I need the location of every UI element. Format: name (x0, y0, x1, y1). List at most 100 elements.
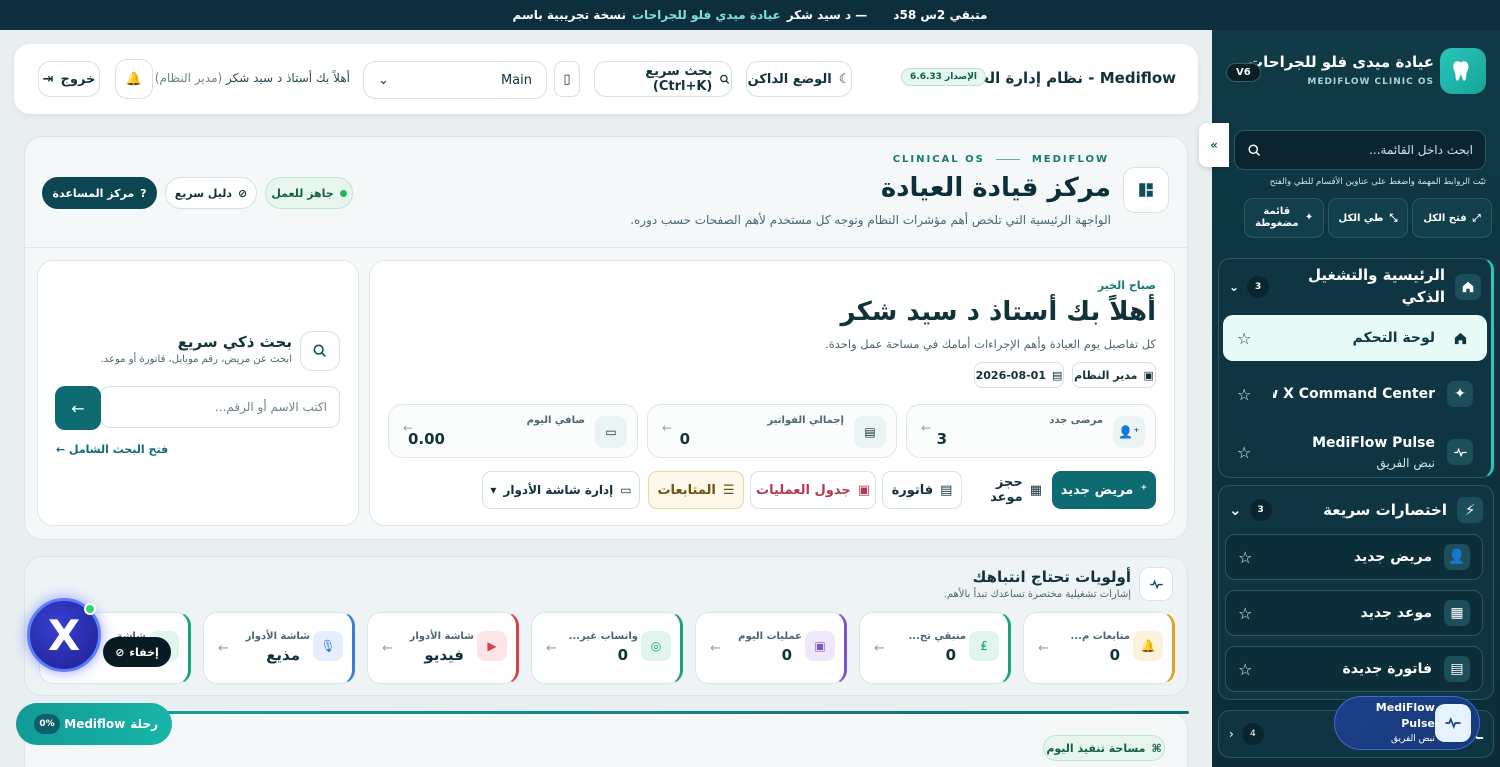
shortcut-new-invoice[interactable]: ▤ فاتورة جديدة ☆ (1225, 646, 1483, 692)
queue-screen-select[interactable]: ▭ إدارة شاشة الأدوار ▾ (482, 471, 640, 509)
welcome-name: أهلاً بك أستاذ د سيد شكر (226, 71, 350, 85)
calendar-icon: ▤ (1051, 368, 1063, 382)
logout-button[interactable]: خروج ⇥ (38, 61, 100, 97)
dark-mode-button[interactable]: ☾ الوضع الداكن (746, 61, 852, 97)
caret-down-icon: ▾ (490, 483, 497, 497)
invoice-icon: ▤ (1444, 656, 1470, 682)
banner-clinic: عيادة ميدي فلو للجراحات (631, 8, 781, 22)
surgeries-label: جدول العمليات (756, 482, 851, 498)
banner-prefix: نسخة تجريبية باسم (512, 8, 626, 22)
stat-new-patients[interactable]: ⁺👤 مرضى جدد 3 ← (906, 404, 1156, 458)
invoice-button[interactable]: ▤ فاتورة (882, 471, 962, 509)
surgeries-button[interactable]: ▣ جدول العمليات (750, 471, 876, 509)
bell-icon: 🔔 (1133, 631, 1163, 661)
branch-select[interactable]: Main ⌄ (363, 61, 547, 99)
priority-card[interactable]: ◎ واتساب غير... 0 ← (531, 612, 683, 684)
followups-button[interactable]: ☰ المتابعات (648, 471, 744, 509)
stat-label: إجمالي الفواتير (767, 415, 844, 426)
star-icon[interactable]: ☆ (1237, 385, 1251, 404)
shortcut-new-appointment[interactable]: ▦ موعد جديد ☆ (1225, 590, 1483, 636)
pulse-icon (1434, 704, 1471, 742)
star-icon[interactable]: ☆ (1238, 548, 1252, 567)
sidebar-item-label: لوحة التحكم (1352, 330, 1435, 346)
nav-group-shortcuts-title: اختصارات سريعة (1323, 501, 1447, 519)
priority-label: شاشة الأدوار (245, 631, 310, 642)
priority-card[interactable]: ₤ متبقي تح... 0 ← (859, 612, 1011, 684)
progress-accent (25, 711, 1189, 714)
star-icon[interactable]: ☆ (1238, 604, 1252, 623)
journey-button[interactable]: رحلة Mediflow 0% (16, 703, 172, 745)
arrow-left-icon: ← (218, 641, 229, 656)
priority-value: مذيع (266, 646, 300, 664)
journey-label: رحلة (130, 717, 158, 731)
home-icon (1447, 325, 1473, 351)
sidebar-hint: ثبّت الروابط المهمة واضغط على عناوين الأ… (1269, 177, 1486, 187)
top-header: Mediflow - نظام إدارة العيادة الإصدار 6.… (14, 44, 1198, 114)
pulse-floating-button[interactable]: MediFlow Pulse نبض الفريق (1334, 696, 1480, 750)
book-appointment-button[interactable]: ▦ حجز موعد (962, 471, 1042, 509)
sidebar-search-input[interactable]: ابحث داخل القائمة... (1234, 130, 1486, 170)
version-badge: الإصدار 6.6.33 (901, 68, 986, 86)
priority-value: فيديو (424, 646, 464, 664)
star-icon[interactable]: ☆ (1237, 329, 1251, 348)
priority-card[interactable]: 🔔 متابعات م... 0 ← (1023, 612, 1175, 684)
welcome-text: أهلاً بك أستاذ د سيد شكر (مدير النظام) (155, 71, 350, 85)
badge-icon: ▣ (1143, 368, 1154, 382)
sidebar-item-sub: نبض الفريق (1376, 455, 1435, 470)
youtube-icon: ▶ (477, 631, 507, 661)
new-patient-button[interactable]: ⁺ مريض جديد (1052, 471, 1156, 509)
stat-total-invoices[interactable]: ▤ إجمالي الفواتير 0 ← (647, 404, 897, 458)
star-icon[interactable]: ☆ (1238, 660, 1252, 679)
moon-icon: ☾ (838, 71, 851, 87)
nav-group-shortcuts-header[interactable]: ⚡ اختصارات سريعة 3 ⌄ (1219, 486, 1493, 534)
stat-value: 3 (936, 430, 947, 448)
help-center-button[interactable]: ? مركز المساعدة (42, 177, 157, 209)
user-plus-icon: 👤 (1444, 544, 1470, 570)
full-search-link[interactable]: فتح البحث الشامل ← (56, 443, 168, 456)
invoice-label: فاتورة (891, 482, 934, 498)
date-chip-label: 2026-08-01 (975, 368, 1046, 382)
stat-value: 0 (679, 430, 690, 448)
shortcut-new-patient[interactable]: 👤 مريض جديد ☆ (1225, 534, 1483, 580)
mediflow-x-assistant-button[interactable]: X (27, 598, 101, 672)
arrow-left-icon: ← (403, 421, 414, 435)
priorities-panel: أولويات تحتاج انتباهك إشارات تشغيلية مخت… (24, 556, 1188, 696)
sidebar-item-dashboard[interactable]: لوحة التحكم ☆ (1223, 315, 1487, 361)
home-icon (1455, 274, 1481, 300)
calendar-icon: ▣ (857, 482, 871, 498)
command-center-panel: CLINICAL OS MEDIFLOW مركز قيادة العيادة … (24, 136, 1189, 540)
greeting-card: صباح الخير أهلاً بك أستاذ د سيد شكر كل ت… (369, 260, 1175, 526)
arrow-left-icon: ← (874, 641, 885, 656)
priority-value: 0 (945, 646, 956, 664)
nav-group-main-header[interactable]: الرئيسية والتشغيل الذكي 3 ⌄ (1219, 259, 1491, 315)
hide-assistant-button[interactable]: إخفاء ⊘ (103, 637, 171, 667)
journey-brand: Mediflow (64, 717, 126, 731)
smart-search-input[interactable]: اكتب الاسم أو الرقم... (100, 386, 340, 428)
quick-guide-button[interactable]: ⊘ دليل سريع (165, 177, 257, 209)
smart-search-submit-button[interactable]: ← (55, 386, 101, 430)
stat-net-today[interactable]: ▭ صافي اليوم 0.00 ← (388, 404, 638, 458)
compact-menu-label: قائمة مضغوطة (1255, 206, 1299, 229)
priority-card[interactable]: ▶ شاشة الأدوار فيديو ← (367, 612, 519, 684)
nav-group-shortcuts: ⚡ اختصارات سريعة 3 ⌄ 👤 مريض جديد ☆ ▦ موعد … (1218, 485, 1494, 700)
ready-label: جاهز للعمل (271, 186, 334, 200)
chevron-down-icon: ⌄ (1229, 501, 1242, 519)
eye-off-icon: ⊘ (115, 645, 125, 659)
search-icon (1248, 143, 1261, 156)
quick-guide-label: دليل سريع (174, 186, 232, 200)
notifications-button[interactable]: 🔔 (115, 59, 153, 99)
sidebar-item-pulse[interactable]: MediFlow Pulse نبض الفريق ☆ (1223, 427, 1487, 477)
branch-value: Main (500, 72, 532, 88)
pulse-fab-sub: نبض الفريق (1390, 733, 1435, 744)
priority-card[interactable]: ▣ عمليات اليوم 0 ← (695, 612, 847, 684)
quick-search-button[interactable]: بحث سريع (Ctrl+K) (594, 61, 732, 97)
sidebar-item-command-center[interactable]: ✦ MediFlow X Command Center ☆ (1223, 371, 1487, 417)
star-icon[interactable]: ☆ (1237, 443, 1251, 462)
expand-all-button[interactable]: ⤢ فتح الكل (1412, 198, 1492, 238)
priority-label: واتساب غير... (568, 631, 638, 642)
priority-card[interactable]: 🎙 شاشة الأدوار مذيع ← (203, 612, 355, 684)
compact-menu-button[interactable]: ✦ قائمة مضغوطة (1244, 198, 1324, 238)
expand-all-label: فتح الكل (1423, 212, 1467, 224)
sidebar-toggle-button[interactable]: » (1199, 123, 1229, 167)
collapse-all-button[interactable]: ⤡ طي الكل (1328, 198, 1408, 238)
